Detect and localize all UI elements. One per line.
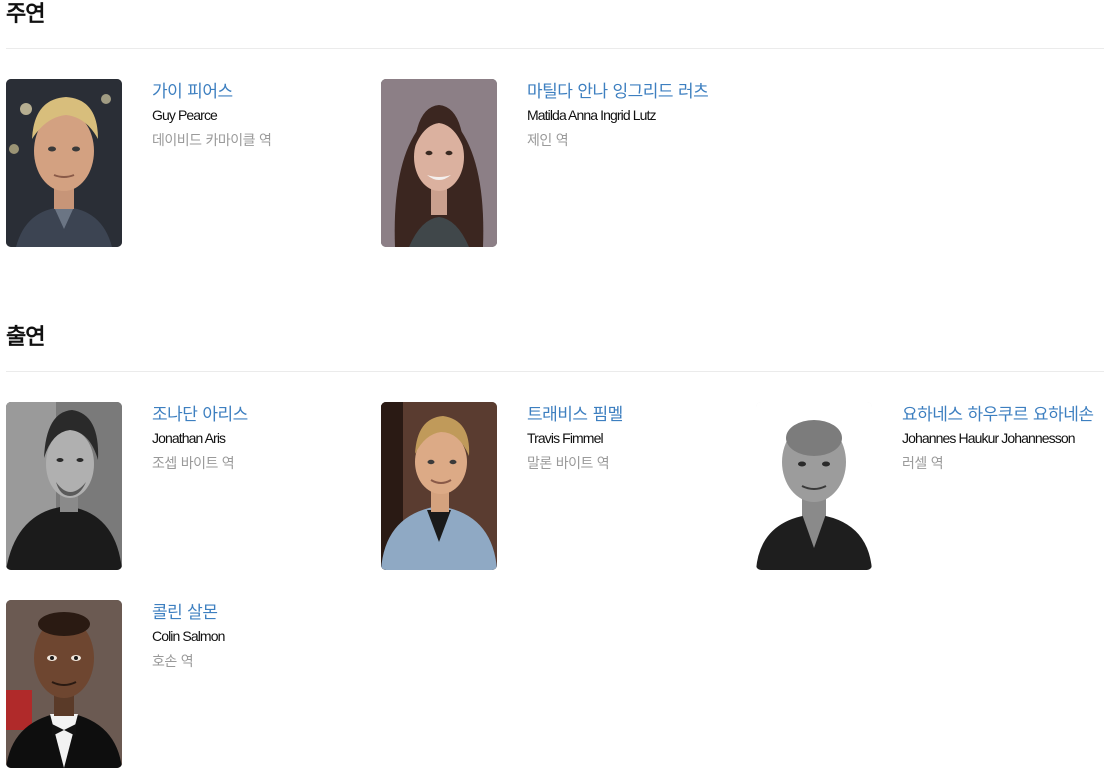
- actor-name-korean-link[interactable]: 마틸다 안나 잉그리드 러츠: [527, 81, 727, 103]
- actor-name-english: Guy Pearce: [152, 107, 218, 123]
- cast-page: 주연 가이 피어스 Guy Pearce 데이비드 카마이클 역 마틸다 안나 …: [0, 0, 1104, 778]
- actor-name-korean-link[interactable]: 콜린 살몬: [152, 602, 352, 624]
- cast-info: 마틸다 안나 잉그리드 러츠 Matilda Anna Ingrid Lutz …: [527, 81, 727, 150]
- cast-card: 조나단 아리스 Jonathan Aris 조셉 바이트 역: [6, 402, 356, 570]
- actor-name-korean-link[interactable]: 조나단 아리스: [152, 404, 352, 426]
- section-divider: [6, 48, 1104, 49]
- section-divider: [6, 371, 1104, 372]
- actor-name-korean-link[interactable]: 요하네스 하우쿠르 요하네손: [902, 404, 1102, 426]
- cast-card: 가이 피어스 Guy Pearce 데이비드 카마이클 역: [6, 79, 356, 247]
- actor-photo[interactable]: [6, 600, 122, 768]
- actor-name-korean-link[interactable]: 가이 피어스: [152, 81, 352, 103]
- actor-photo[interactable]: [756, 402, 872, 570]
- actor-name-english: Johannes Haukur Johannesson: [902, 430, 1076, 446]
- cast-info: 요하네스 하우쿠르 요하네손 Johannes Haukur Johanness…: [902, 404, 1102, 473]
- cast-card: 요하네스 하우쿠르 요하네손 Johannes Haukur Johanness…: [756, 402, 1104, 570]
- cast-card: 콜린 살몬 Colin Salmon 호손 역: [6, 600, 356, 768]
- cast-card: 마틸다 안나 잉그리드 러츠 Matilda Anna Ingrid Lutz …: [381, 79, 731, 247]
- actor-role: 러셀 역: [902, 456, 944, 472]
- actor-photo[interactable]: [6, 79, 122, 247]
- cast-info: 트래비스 핌멜 Travis Fimmel 말론 바이트 역: [527, 404, 727, 473]
- cast-info: 콜린 살몬 Colin Salmon 호손 역: [152, 602, 352, 671]
- cast-info: 조나단 아리스 Jonathan Aris 조셉 바이트 역: [152, 404, 352, 473]
- actor-role: 조셉 바이트 역: [152, 456, 235, 472]
- actor-role: 데이비드 카마이클 역: [152, 133, 272, 149]
- cast-info: 가이 피어스 Guy Pearce 데이비드 카마이클 역: [152, 81, 352, 150]
- actor-name-korean-link[interactable]: 트래비스 핌멜: [527, 404, 727, 426]
- actor-name-english: Jonathan Aris: [152, 430, 226, 446]
- actor-photo[interactable]: [381, 402, 497, 570]
- actor-name-english: Matilda Anna Ingrid Lutz: [527, 107, 657, 123]
- actor-name-english: Colin Salmon: [152, 628, 225, 644]
- section-title-supporting-cast: 출연: [6, 325, 45, 350]
- section-title-main-cast: 주연: [6, 2, 45, 27]
- cast-card: 트래비스 핌멜 Travis Fimmel 말론 바이트 역: [381, 402, 731, 570]
- actor-photo[interactable]: [6, 402, 122, 570]
- actor-role: 호손 역: [152, 654, 194, 670]
- actor-name-english: Travis Fimmel: [527, 430, 604, 446]
- actor-role: 말론 바이트 역: [527, 456, 610, 472]
- actor-photo[interactable]: [381, 79, 497, 247]
- actor-role: 제인 역: [527, 133, 569, 149]
